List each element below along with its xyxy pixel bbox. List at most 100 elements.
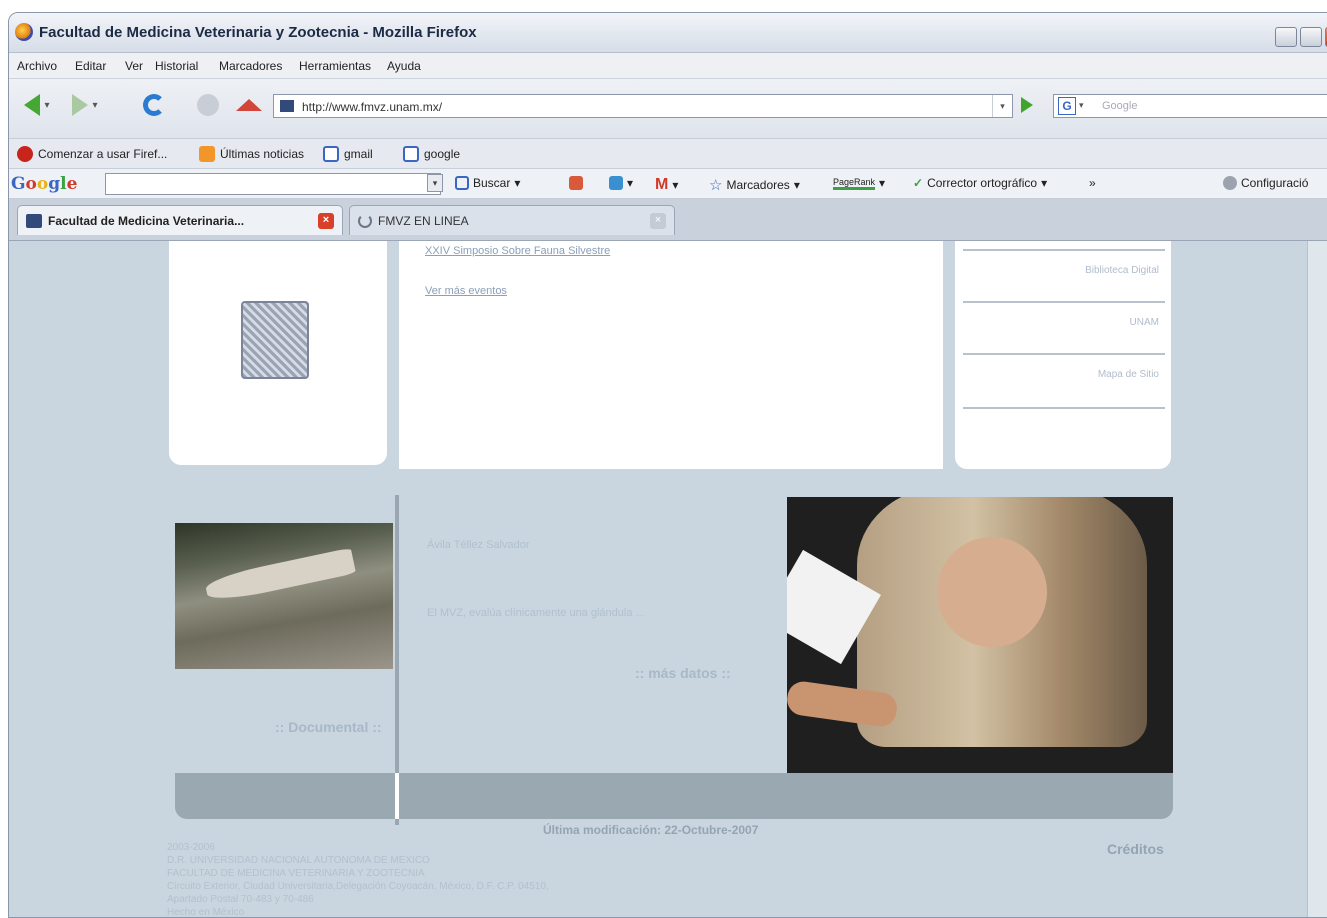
chevron-down-icon[interactable]: ▾ [44, 100, 49, 111]
home-button[interactable] [235, 93, 263, 117]
cow-udder [937, 537, 1047, 647]
documental-link[interactable]: :: Documental :: [275, 719, 382, 735]
footer-line: Hecho en México [167, 907, 245, 917]
google-icon [323, 146, 339, 162]
chevron-down-icon[interactable]: ▾ [1079, 100, 1084, 111]
chevron-down-icon[interactable]: ▾ [1041, 176, 1047, 190]
popup-blocker-icon [569, 176, 583, 190]
google-search-engine-icon[interactable]: G [1058, 97, 1076, 115]
buscar-button[interactable]: Buscar ▾ [455, 176, 520, 190]
menu-archivo[interactable]: Archivo [17, 59, 57, 73]
pagerank-button[interactable]: PageRank ▾ [833, 176, 885, 190]
search-placeholder[interactable]: Google [1102, 100, 1137, 112]
chevron-down-icon[interactable]: ▾ [514, 176, 520, 190]
stop-icon [197, 94, 219, 116]
reload-button[interactable] [141, 93, 167, 117]
tab-label: FMVZ EN LINEA [378, 213, 469, 228]
configuracion-button[interactable]: Configuració [1223, 176, 1308, 190]
menu-historial[interactable]: Historial [155, 59, 198, 73]
menu-marcadores[interactable]: Marcadores [219, 59, 282, 73]
divider [963, 249, 1165, 251]
menu-ayuda[interactable]: Ayuda [387, 59, 421, 73]
news-button[interactable]: ▾ [609, 176, 633, 190]
tab-bar: Facultad de Medicina Veterinaria... × FM… [9, 199, 1327, 241]
crocodile-jaw [203, 547, 357, 605]
chevron-down-icon[interactable]: ▾ [427, 174, 443, 192]
event-link[interactable]: XXIV Simposio Sobre Fauna Silvestre [425, 245, 610, 257]
settings-icon [1223, 176, 1237, 190]
chevron-down-icon[interactable]: ▾ [92, 100, 97, 111]
go-button[interactable] [1021, 97, 1033, 113]
site-favicon-icon [280, 100, 294, 112]
events-panel: XXIV Simposio Sobre Fauna Silvestre Ver … [399, 241, 943, 469]
maximize-button[interactable] [1300, 27, 1322, 47]
menu-bar: Archivo Editar Ver Historial Marcadores … [9, 53, 1327, 79]
author-text: Ávila Téllez Salvador [427, 539, 530, 551]
sitemap-link[interactable]: Mapa de Sitio [1098, 369, 1159, 380]
bookmark-label: google [424, 147, 461, 161]
footer-line: D.R. UNIVERSIDAD NACIONAL AUTONOMA DE ME… [167, 855, 430, 866]
pagerank-label: PageRank [833, 177, 876, 190]
caption-text: El MVZ, evalúa clínicamente una glándula… [427, 607, 645, 619]
footer-text: 2003-2006 D.R. UNIVERSIDAD NACIONAL AUTO… [167, 841, 549, 917]
firefox-icon [15, 23, 33, 41]
more-events-link[interactable]: Ver más eventos [425, 285, 507, 297]
chevron-down-icon[interactable]: ▾ [879, 176, 885, 190]
back-button[interactable]: ▾ [17, 93, 57, 117]
cow-examination-image[interactable] [787, 497, 1173, 773]
divider [963, 353, 1165, 355]
url-history-dropdown[interactable]: ▾ [992, 95, 1012, 117]
title-bar: Facultad de Medicina Veterinaria y Zoote… [9, 13, 1327, 53]
more-button[interactable]: » [1089, 176, 1096, 190]
biblioteca-link[interactable]: Biblioteca Digital [1085, 265, 1159, 276]
menu-ver[interactable]: Ver [125, 59, 143, 73]
menu-editar[interactable]: Editar [75, 59, 106, 73]
bottom-bar [175, 773, 1173, 819]
marcadores-button[interactable]: ☆ Marcadores ▾ [709, 176, 800, 194]
spellcheck-button[interactable]: ✓ Corrector ortográfico ▾ [913, 176, 1047, 190]
footer-line: FACULTAD DE MEDICINA VETERINARIA Y ZOOTE… [167, 868, 425, 879]
links-panel: Biblioteca Digital UNAM Mapa de Sitio [955, 241, 1171, 469]
url-text[interactable]: http://www.fmvz.unam.mx/ [302, 100, 442, 114]
bookmark-google[interactable]: google [403, 146, 460, 162]
bookmark-label: Comenzar a usar Firef... [38, 147, 168, 161]
search-box[interactable]: G ▾ Google [1053, 94, 1327, 118]
divider [963, 407, 1165, 409]
google-toolbar-search-input[interactable] [105, 173, 441, 195]
menu-herramientas[interactable]: Herramientas [299, 59, 371, 73]
more-label: » [1089, 176, 1096, 190]
window-controls [1275, 27, 1327, 47]
mas-datos-link[interactable]: :: más datos :: [635, 665, 731, 681]
close-tab-icon[interactable]: × [318, 213, 334, 229]
tab-fmvz-en-linea[interactable]: FMVZ EN LINEA × [349, 205, 675, 235]
forward-button[interactable]: ▾ [65, 93, 105, 117]
rss-icon [199, 146, 215, 162]
last-modified: Última modificación: 22-Octubre-2007 [543, 823, 759, 837]
tab-facultad[interactable]: Facultad de Medicina Veterinaria... × [17, 205, 343, 235]
bookmark-getting-started[interactable]: Comenzar a usar Firef... [17, 146, 167, 162]
bookmark-label: gmail [344, 147, 373, 161]
crocodile-image[interactable] [175, 523, 393, 669]
footer-line: 2003-2006 [167, 842, 215, 853]
vertical-scrollbar[interactable] [1307, 241, 1327, 917]
unam-link[interactable]: UNAM [1130, 317, 1159, 328]
bookmark-gmail[interactable]: gmail [323, 146, 373, 162]
stop-button[interactable] [195, 93, 221, 117]
url-bar[interactable]: http://www.fmvz.unam.mx/ ▾ [273, 94, 1013, 118]
configuracion-label: Configuració [1241, 176, 1309, 190]
close-tab-icon[interactable]: × [650, 213, 666, 229]
popup-blocker-button[interactable] [569, 176, 583, 190]
chevron-down-icon[interactable]: ▾ [794, 178, 800, 192]
chevron-down-icon[interactable]: ▾ [672, 178, 678, 192]
buscar-label: Buscar [473, 176, 511, 190]
gmail-button[interactable]: M ▾ [655, 176, 678, 194]
chevron-down-icon[interactable]: ▾ [627, 176, 633, 190]
minimize-button[interactable] [1275, 27, 1297, 47]
creditos-link[interactable]: Créditos [1107, 841, 1164, 857]
google-logo: Google [11, 174, 78, 194]
bookmark-label: Últimas noticias [220, 147, 305, 161]
google-icon [403, 146, 419, 162]
divider [963, 301, 1165, 303]
bookmark-latest-news[interactable]: Últimas noticias [199, 146, 304, 162]
forward-arrow-icon [72, 94, 89, 116]
